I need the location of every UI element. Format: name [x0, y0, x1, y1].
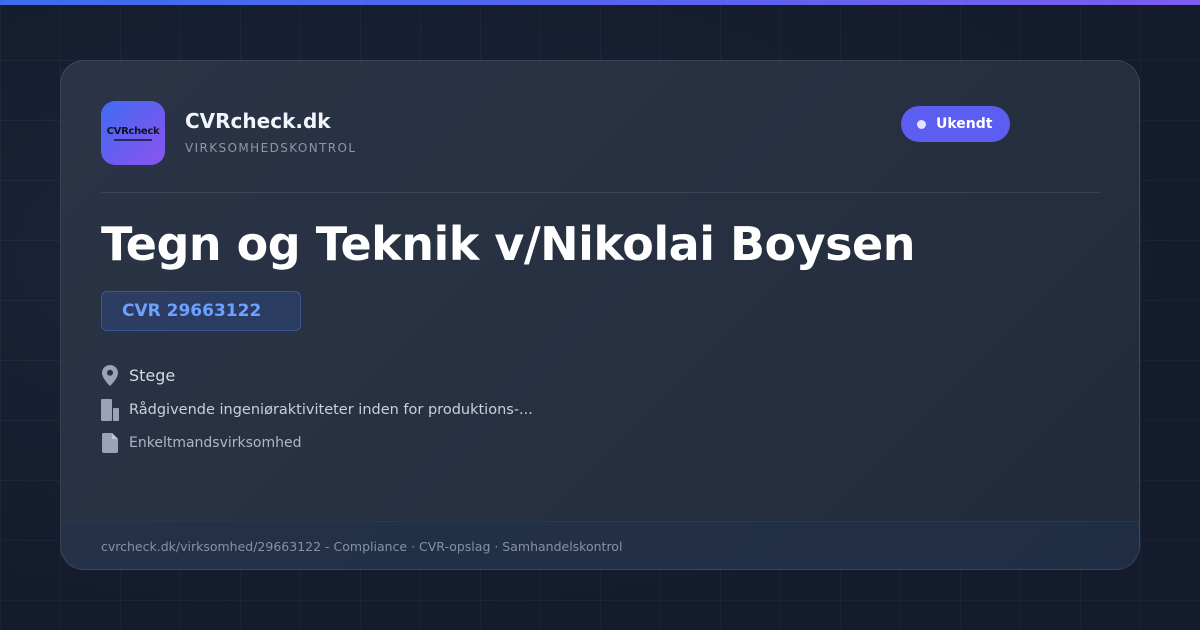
company-card: CVRcheck CVRcheck.dk VIRKSOMHEDSKONTROL … [60, 60, 1140, 570]
footer-text: cvrcheck.dk/virksomhed/29663122 - Compli… [101, 539, 623, 554]
building-icon [101, 399, 119, 421]
location-pin-icon [101, 364, 119, 386]
company-name: Tegn og Teknik v/Nikolai Boysen [101, 217, 915, 271]
top-accent-strip [0, 0, 1200, 5]
brand-name: CVRcheck.dk [185, 109, 331, 133]
info-row-city: Stege [101, 364, 175, 386]
company-industry: Rådgivende ingeniøraktiviteter inden for… [129, 402, 533, 418]
card-footer: cvrcheck.dk/virksomhed/29663122 - Compli… [61, 521, 1139, 569]
status-badge: Ukendt [901, 106, 1011, 142]
brand-logo: CVRcheck [101, 101, 165, 165]
header-divider [101, 192, 1101, 193]
cvr-badge: CVR 29663122 [101, 291, 301, 331]
status-dot-icon [917, 119, 926, 129]
brand-logo-underline [114, 138, 152, 141]
status-label: Ukendt [936, 116, 993, 132]
info-row-type: Enkeltmandsvirksomhed [101, 432, 302, 454]
brand-logo-text: CVRcheck [106, 125, 160, 137]
company-city: Stege [129, 365, 176, 385]
info-row-industry: Rådgivende ingeniøraktiviteter inden for… [101, 399, 533, 421]
cvr-number: CVR 29663122 [122, 301, 262, 321]
company-type: Enkeltmandsvirksomhed [129, 435, 302, 451]
document-icon [101, 432, 119, 454]
brand-tagline: VIRKSOMHEDSKONTROL [185, 141, 357, 155]
